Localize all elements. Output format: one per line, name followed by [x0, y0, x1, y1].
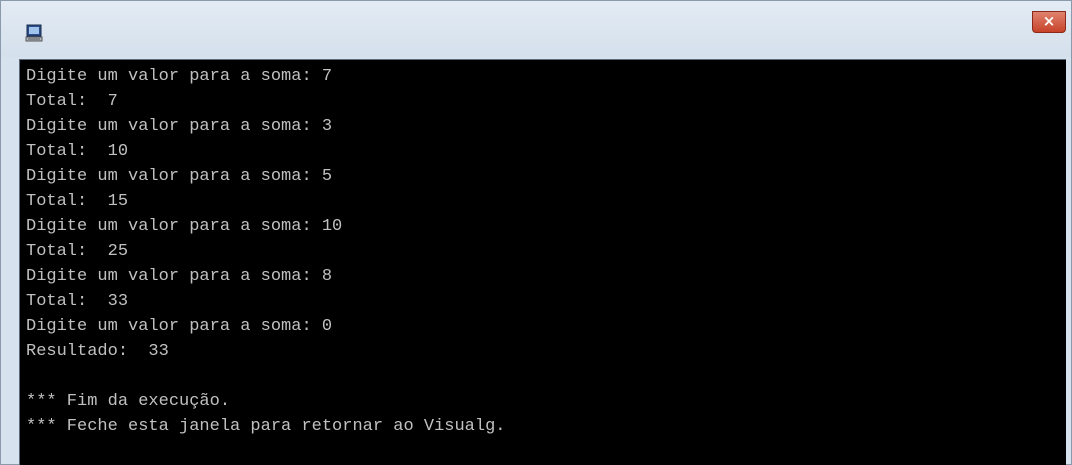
console-line: Digite um valor para a soma: 5 [26, 167, 333, 186]
close-button[interactable]: × [1032, 11, 1066, 33]
console-line: Total: 10 [26, 142, 129, 161]
console-line: Total: 25 [26, 242, 129, 261]
console-window: × Digite um valor para a soma: 7 Total: … [0, 0, 1072, 465]
title-bar[interactable]: × [1, 1, 1071, 57]
console-line: Total: 15 [26, 192, 129, 211]
console-output[interactable]: Digite um valor para a soma: 7 Total: 7 … [19, 59, 1066, 465]
console-line: Total: 33 [26, 292, 129, 311]
console-line: *** Feche esta janela para retornar ao V… [26, 417, 506, 436]
console-line: *** Fim da execução. [26, 392, 231, 411]
console-line: Resultado: 33 [26, 342, 169, 361]
console-line: Digite um valor para a soma: 0 [26, 317, 333, 336]
console-app-icon[interactable] [25, 24, 43, 42]
console-line: Digite um valor para a soma: 10 [26, 217, 343, 236]
console-line: Digite um valor para a soma: 7 [26, 67, 333, 86]
console-line: Total: 7 [26, 92, 118, 111]
console-line: Digite um valor para a soma: 8 [26, 267, 333, 286]
console-line: Digite um valor para a soma: 3 [26, 117, 333, 136]
